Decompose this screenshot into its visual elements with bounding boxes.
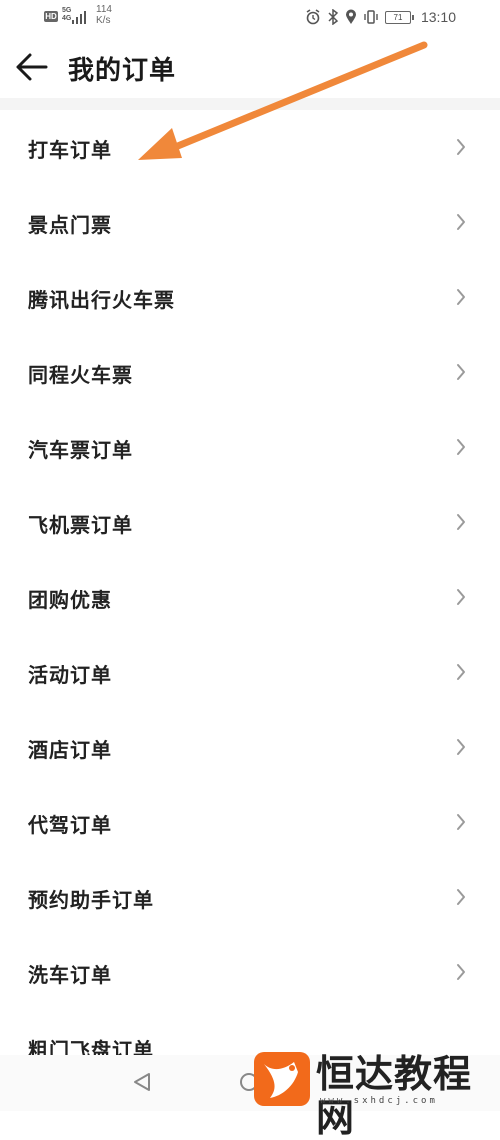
chevron-right-icon — [457, 589, 465, 605]
network-type: 5G 4G — [62, 7, 72, 22]
order-item-flight-tickets[interactable]: 飞机票订单 — [0, 485, 500, 560]
order-item-label: 活动订单 — [28, 663, 112, 687]
order-item-label: 同程火车票 — [28, 363, 133, 387]
alarm-icon — [305, 9, 321, 25]
order-item-taxi[interactable]: 打车订单 — [0, 110, 500, 185]
bluetooth-icon — [327, 9, 339, 25]
chevron-right-icon — [457, 964, 465, 980]
order-item-label: 酒店订单 — [28, 738, 112, 762]
clock: 13:10 — [420, 9, 456, 25]
order-item-designated-driver[interactable]: 代驾订单 — [0, 785, 500, 860]
network-speed: 114 K/s — [96, 4, 112, 26]
order-list: 打车订单 景点门票 腾讯出行火车票 同程火车票 汽车票订单 飞机票订单 团购优惠… — [0, 110, 500, 1085]
chevron-right-icon — [457, 364, 465, 380]
order-item-label: 飞机票订单 — [28, 513, 133, 537]
back-arrow-icon — [16, 53, 48, 81]
chevron-right-icon — [457, 664, 465, 680]
watermark-logo-icon — [254, 1052, 310, 1106]
nav-back-icon[interactable] — [131, 1071, 153, 1093]
order-item-label: 团购优惠 — [28, 588, 112, 612]
order-item-tencent-train[interactable]: 腾讯出行火车票 — [0, 260, 500, 335]
order-item-label: 打车订单 — [28, 138, 112, 162]
location-icon — [345, 9, 357, 25]
order-item-label: 景点门票 — [28, 213, 112, 237]
order-item-label: 代驾订单 — [28, 813, 112, 837]
watermark-url: www.sxhdcj.com — [320, 1096, 438, 1106]
order-item-activity[interactable]: 活动订单 — [0, 635, 500, 710]
chevron-right-icon — [457, 514, 465, 530]
chevron-right-icon — [457, 889, 465, 905]
battery-icon: 71 — [384, 10, 414, 24]
order-item-tongcheng-train[interactable]: 同程火车票 — [0, 335, 500, 410]
chevron-right-icon — [457, 739, 465, 755]
status-bar: HD 5G 4G 114 K/s 71 13:10 — [0, 0, 500, 36]
order-item-label: 汽车票订单 — [28, 438, 133, 462]
chevron-right-icon — [457, 289, 465, 305]
signal-icon — [72, 10, 90, 24]
order-item-booking-assistant[interactable]: 预约助手订单 — [0, 860, 500, 935]
hd-icon: HD — [44, 11, 58, 22]
page-title: 我的订单 — [68, 56, 177, 86]
order-item-car-wash[interactable]: 洗车订单 — [0, 935, 500, 1010]
chevron-right-icon — [457, 214, 465, 230]
header-divider — [0, 98, 500, 110]
order-item-label: 腾讯出行火车票 — [28, 288, 175, 312]
vibrate-icon — [363, 9, 379, 25]
order-item-label: 预约助手订单 — [28, 888, 154, 912]
chevron-right-icon — [457, 439, 465, 455]
order-item-group-buy[interactable]: 团购优惠 — [0, 560, 500, 635]
back-button[interactable] — [14, 50, 50, 84]
chevron-right-icon — [457, 814, 465, 830]
app-header: 我的订单 — [0, 36, 500, 98]
order-item-label: 洗车订单 — [28, 963, 112, 987]
order-item-scenic-tickets[interactable]: 景点门票 — [0, 185, 500, 260]
chevron-right-icon — [457, 139, 465, 155]
watermark: 恒达教程网 www.sxhdcj.com — [250, 1050, 500, 1140]
order-item-bus-tickets[interactable]: 汽车票订单 — [0, 410, 500, 485]
order-item-hotel[interactable]: 酒店订单 — [0, 710, 500, 785]
